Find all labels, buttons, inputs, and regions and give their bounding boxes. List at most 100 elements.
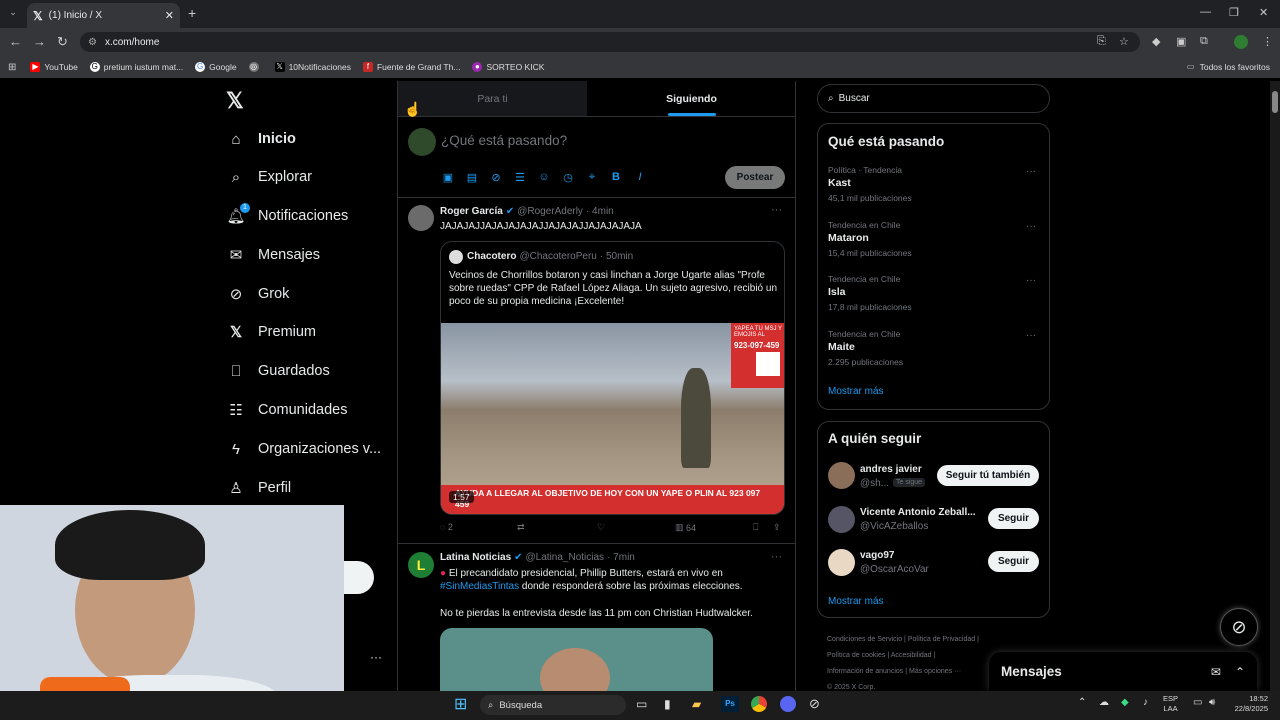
address-bar[interactable]: ⚙ x.com/home (80, 32, 1140, 52)
post-button[interactable]: Postear (725, 166, 785, 189)
trend-item[interactable]: Política · Tendencia Kast 45,1 mil publi… (828, 165, 912, 203)
extensions-puzzle-icon[interactable]: ⧉ (1200, 35, 1208, 48)
browser-tab[interactable]: 𝕏 (1) Inicio / X ✕ (27, 3, 180, 28)
more-icon[interactable]: ··· (771, 204, 782, 216)
restore-icon[interactable]: ❐ (1229, 6, 1239, 19)
extension-icon[interactable]: ◆ (1152, 35, 1160, 48)
latina-avatar[interactable]: L (408, 552, 434, 578)
composer-input[interactable]: ¿Qué está pasando? (441, 133, 567, 148)
messages-drawer[interactable]: Mensajes ✉ ⌃ (989, 652, 1257, 691)
taskbar-search[interactable]: ⌕ Búsqueda (480, 695, 626, 715)
file-explorer-icon[interactable]: ▰ (692, 697, 701, 711)
monitor-icon[interactable]: ▭ (1193, 697, 1202, 708)
trend-item[interactable]: Tendencia en Chile Mataron 15,4 mil publ… (828, 220, 912, 258)
like-button[interactable]: ♡ (597, 522, 605, 533)
tweet-avatar[interactable] (408, 205, 434, 231)
clock[interactable]: 18:52 22/8/2025 (1226, 694, 1268, 714)
trend-item[interactable]: Tendencia en Chile Isla 17,8 mil publica… (828, 274, 912, 312)
nav-explorar[interactable]: ⌕ Explorar (227, 165, 312, 189)
image-icon[interactable]: ▣ (441, 171, 455, 185)
italic-icon[interactable]: I (633, 171, 647, 185)
close-window-icon[interactable]: ✕ (1259, 6, 1268, 19)
footer-link[interactable]: Accesibilidad (891, 652, 932, 659)
microphone-icon[interactable]: ♪ (1143, 697, 1148, 708)
task-view-icon[interactable]: ▭ (636, 697, 647, 711)
trend-item[interactable]: Tendencia en Chile Maite 2.295 publicaci… (828, 329, 903, 367)
show-more-follow[interactable]: Mostrar más (828, 596, 884, 607)
grok-fab-icon[interactable]: ⊘ (1220, 608, 1258, 646)
trend-more-icon[interactable]: ··· (1026, 275, 1036, 286)
trend-more-icon[interactable]: ··· (1026, 166, 1036, 177)
follow-name[interactable]: andres javier (860, 464, 922, 475)
bookmark-globe[interactable]: ◎ (248, 62, 263, 72)
scrollbar[interactable] (1270, 81, 1280, 691)
follow-name[interactable]: Vicente Antonio Zeball... (860, 507, 976, 518)
footer-link[interactable]: Condiciones de Servicio (827, 636, 902, 643)
tray-expand-icon[interactable]: ⌃ (1078, 697, 1086, 708)
nav-mensajes[interactable]: ✉ Mensajes (227, 243, 320, 267)
volume-icon[interactable]: 🔊︎ (1209, 697, 1215, 708)
trend-more-icon[interactable]: ··· (1026, 330, 1036, 341)
repost-button[interactable]: ⇄ (517, 522, 525, 533)
follow-avatar[interactable] (828, 549, 855, 576)
tab-search-icon[interactable]: ⌄ (5, 7, 21, 21)
bookmark-google[interactable]: G Google (195, 62, 237, 72)
save-button[interactable]: ⎕ (753, 522, 758, 533)
quoted-tweet[interactable]: Chacotero @ChacoteroPeru · 50min Vecinos… (440, 241, 785, 515)
all-bookmarks[interactable]: ▭ Todos los favoritos (1186, 62, 1270, 72)
bookmark-sorteo-kick[interactable]: ● SORTEO KICK (472, 62, 544, 72)
emoji-icon[interactable]: ☺ (537, 171, 551, 185)
follow-button[interactable]: Seguir (988, 551, 1039, 572)
bold-icon[interactable]: B (609, 171, 623, 185)
expand-icon[interactable]: ⌃ (1235, 665, 1245, 679)
nav-premium[interactable]: 𝕏 Premium (227, 320, 316, 344)
tweet-time[interactable]: · 4min (586, 206, 614, 217)
more-icon[interactable]: ··· (771, 551, 782, 563)
views-button[interactable]: ▥ 64 (675, 522, 696, 533)
footer-link[interactable]: Política de Privacidad (908, 636, 975, 643)
x-home-logo-icon[interactable]: 𝕏 (226, 88, 244, 114)
tray-app-icon[interactable]: ◆ (1121, 697, 1129, 708)
grok-compose-icon[interactable]: ⊘ (489, 171, 503, 185)
location-icon[interactable]: ⌖ (585, 171, 599, 185)
app-2-icon[interactable]: ⊘ (809, 696, 820, 712)
browser-menu-icon[interactable]: ⋮ (1262, 35, 1273, 48)
footer-link[interactable]: Más opciones ··· (909, 668, 961, 675)
nav-guardados[interactable]: ⎕ Guardados (227, 359, 329, 383)
nav-perfil[interactable]: ♙ Perfil (227, 476, 291, 500)
footer-link[interactable]: Información de anuncios (827, 668, 903, 675)
tweet-author[interactable]: Roger García (440, 206, 503, 217)
windows-start-icon[interactable]: ⊞ (454, 696, 472, 714)
share-button[interactable]: ⇪ (773, 522, 781, 533)
onedrive-icon[interactable]: ☁ (1099, 697, 1109, 708)
forward-icon[interactable]: → (33, 34, 46, 49)
show-more-trends[interactable]: Mostrar más (828, 386, 884, 397)
account-menu-icon[interactable]: ··· (370, 650, 382, 664)
video-player[interactable]: YAPEA TU MSJ Y EMOJIS AL 923-097-459 AYU… (441, 323, 784, 514)
install-icon[interactable]: ⎘ (1097, 35, 1106, 48)
reload-icon[interactable]: ↻ (57, 34, 68, 50)
new-tab-button[interactable]: + (188, 5, 196, 21)
nav-comunidades[interactable]: ☷ Comunidades (227, 398, 347, 422)
follow-name[interactable]: vago97 (860, 550, 894, 561)
profile-avatar[interactable] (1234, 35, 1248, 49)
tweet-handle[interactable]: @Latina_Noticias (526, 552, 605, 563)
follow-back-button[interactable]: Seguir tú también (937, 465, 1039, 486)
tweet-author[interactable]: Latina Noticias (440, 552, 511, 563)
app-icon[interactable]: ▮ (664, 697, 671, 711)
bookmark-pretium[interactable]: Gpretium iustum mat... (89, 62, 183, 72)
language-indicator[interactable]: ESP LAA (1163, 694, 1178, 714)
search-input[interactable]: ⌕ Buscar (817, 84, 1050, 113)
bookmark-notificaciones[interactable]: 𝕏 10Notificaciones (274, 62, 351, 72)
photoshop-icon[interactable]: Ps (721, 696, 739, 712)
minimize-icon[interactable]: — (1200, 6, 1211, 18)
tab-para-ti[interactable]: Para ti (398, 81, 587, 116)
chrome-icon[interactable] (751, 696, 767, 712)
tweet-image[interactable] (440, 628, 713, 691)
discord-icon[interactable] (780, 696, 796, 712)
close-tab-icon[interactable]: ✕ (165, 9, 174, 22)
nav-grok[interactable]: ⊘ Grok (227, 282, 290, 306)
tweet-handle[interactable]: @RogerAderly (517, 206, 583, 217)
trend-more-icon[interactable]: ··· (1026, 221, 1036, 232)
follow-button[interactable]: Seguir (988, 508, 1039, 529)
